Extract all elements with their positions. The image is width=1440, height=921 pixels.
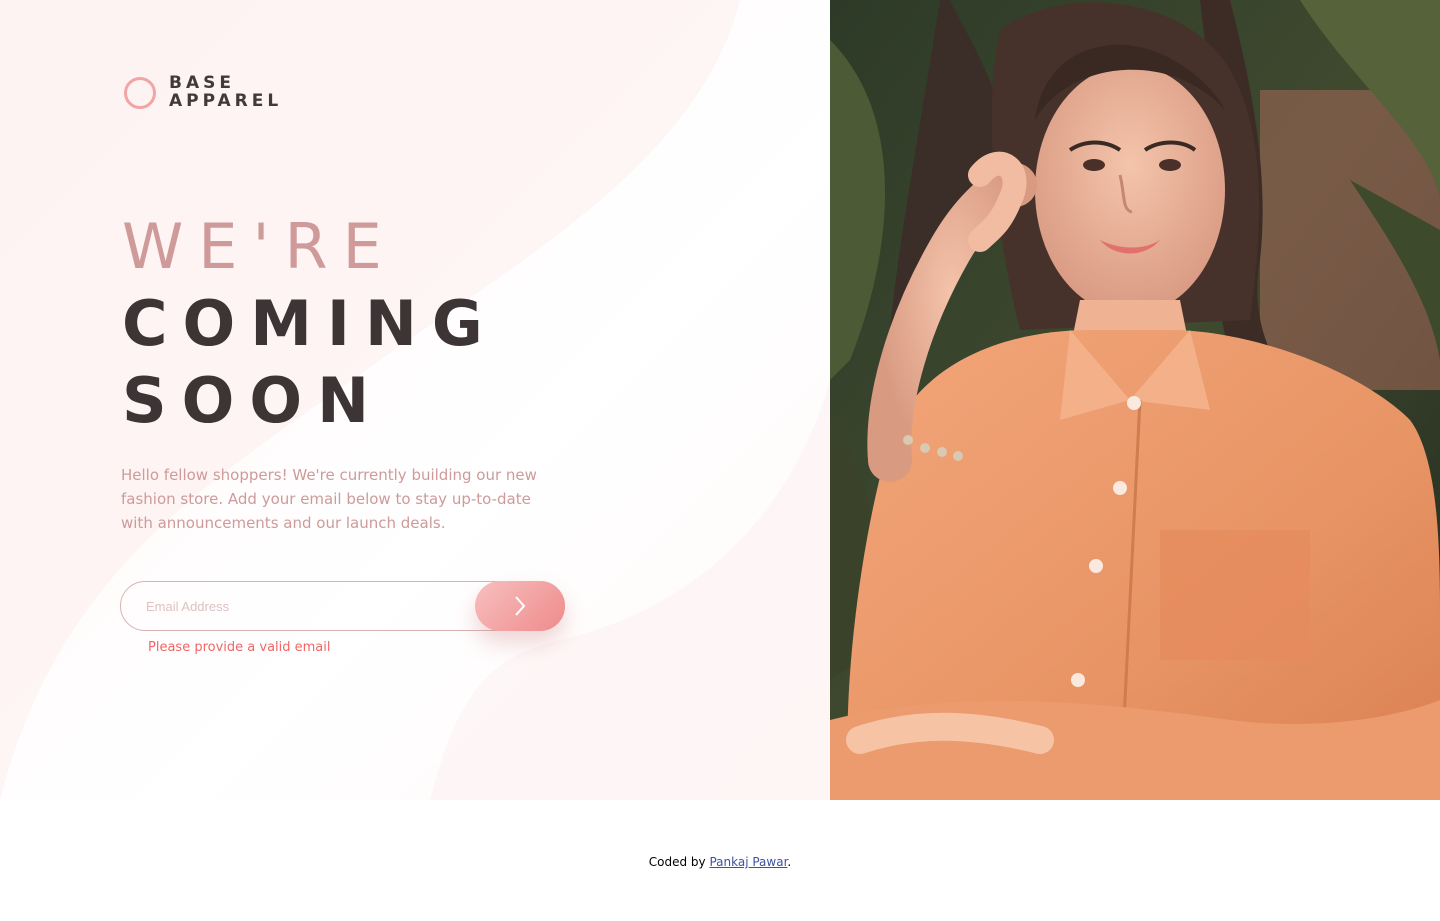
- brand-name-line-1: BASE: [169, 73, 235, 93]
- hero-photo: [830, 0, 1440, 800]
- page-headline: WE'RE COMING SOON: [122, 208, 498, 439]
- footer-suffix: .: [787, 855, 792, 869]
- hero-photo-illustration: [830, 0, 1440, 800]
- intro-description: Hello fellow shoppers! We're currently b…: [121, 466, 537, 532]
- footer-attribution: Coded by Pankaj Pawar.: [0, 855, 1440, 869]
- author-link[interactable]: Pankaj Pawar: [709, 855, 787, 869]
- submit-button[interactable]: [475, 581, 565, 631]
- headline-light: WE'RE: [122, 210, 397, 283]
- footer-prefix: Coded by: [648, 855, 710, 869]
- logo-ring-icon: [124, 77, 156, 109]
- chevron-right-icon: [515, 596, 526, 616]
- email-signup-form: [120, 581, 565, 631]
- headline-dark-line-2: SOON: [122, 364, 384, 437]
- brand-name: BASE APPAREL: [169, 74, 282, 110]
- coming-soon-page: BASE APPAREL WE'RE COMING SOON Hello fel…: [0, 0, 1440, 921]
- brand-logo[interactable]: BASE APPAREL: [124, 74, 282, 110]
- content-panel: BASE APPAREL WE'RE COMING SOON Hello fel…: [0, 0, 830, 800]
- brand-name-line-2: APPAREL: [169, 91, 283, 111]
- headline-dark-line-1: COMING: [122, 287, 498, 360]
- email-error-message: Please provide a valid email: [148, 640, 331, 655]
